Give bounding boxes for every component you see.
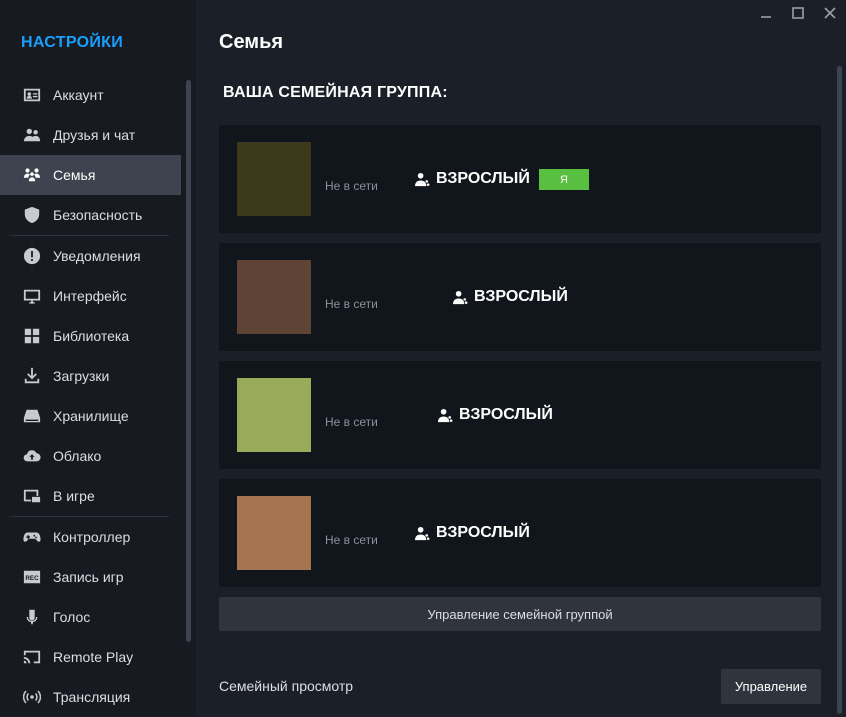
sidebar-item-label: Библиотека [53,328,130,344]
account-card-icon [22,85,42,105]
window-controls [750,0,846,26]
adult-icon [415,172,430,186]
sidebar-item-cloud[interactable]: Облако [0,436,181,476]
adult-icon [453,290,468,304]
sidebar-item-label: Remote Play [53,649,134,665]
sidebar-item-label: Запись игр [53,569,124,585]
member-status: Не в сети [325,533,378,547]
sidebar-item-label: Семья [53,167,96,183]
sidebar-item-label: Контроллер [53,529,131,545]
broadcast-icon [22,687,42,707]
me-badge: Я [539,169,589,190]
sidebar-item-controller[interactable]: Контроллер [0,517,181,557]
member-status: Не в сети [325,297,378,311]
sidebar-item-label: Облако [53,448,102,464]
member-role: ВЗРОСЛЫЙ [438,406,553,424]
sidebar-title: НАСТРОЙКИ [21,34,124,51]
avatar[interactable] [237,260,311,334]
sidebar-item-label: Друзья и чат [53,127,136,143]
in-game-icon [22,486,42,506]
storage-icon [22,406,42,426]
sidebar-item-storage[interactable]: Хранилище [0,396,181,436]
manage-family-group-button[interactable]: Управление семейной группой [219,597,821,631]
svg-text:REC: REC [25,575,39,582]
sidebar-item-label: Хранилище [53,408,129,424]
sidebar-item-label: Аккаунт [53,87,104,103]
member-role: ВЗРОСЛЫЙ [415,170,530,188]
rec-icon: REC [22,567,42,587]
sidebar-item-label: Загрузки [53,368,110,384]
avatar[interactable] [237,378,311,452]
library-grid-icon [22,326,42,346]
sidebar-item-family[interactable]: Семья [0,155,181,195]
main-scrollbar[interactable] [837,66,842,714]
member-status: Не в сети [325,179,378,193]
family-view-label: Семейный просмотр [219,678,354,694]
adult-icon [415,526,430,540]
sidebar-item-label: В игре [53,488,95,504]
sidebar-item-remote-play[interactable]: Remote Play [0,637,181,677]
close-icon [824,7,836,19]
sidebar-item-account[interactable]: Аккаунт [0,75,181,115]
member-role: ВЗРОСЛЫЙ [415,524,530,542]
sidebar-item-downloads[interactable]: Загрузки [0,356,181,396]
member-role: ВЗРОСЛЫЙ [453,288,568,306]
page-title: Семья [219,31,284,53]
sidebar-item-broadcast[interactable]: Трансляция [0,677,181,717]
member-role-label: ВЗРОСЛЫЙ [474,288,568,305]
member-role-label: ВЗРОСЛЫЙ [459,406,553,423]
sidebar-item-label: Уведомления [53,248,141,264]
sidebar-item-label: Трансляция [53,689,131,705]
microphone-icon [22,607,42,627]
sidebar-item-notifications[interactable]: Уведомления [0,236,181,276]
adult-icon [438,408,453,422]
sidebar-item-label: Интерфейс [53,288,127,304]
monitor-icon [22,286,42,306]
shield-icon [22,205,42,225]
family-member-card[interactable]: Не в сети ВЗРОСЛЫЙ [219,361,821,469]
close-button[interactable] [814,0,846,26]
avatar[interactable] [237,496,311,570]
sidebar-item-label: Голос [53,609,91,625]
controller-icon [22,527,42,547]
minimize-icon [761,16,771,18]
avatar[interactable] [237,142,311,216]
remote-play-icon [22,647,42,667]
sidebar-item-library[interactable]: Библиотека [0,316,181,356]
minimize-button[interactable] [750,0,782,26]
family-member-card[interactable]: Не в сети ВЗРОСЛЫЙ Я [219,125,821,233]
family-icon [22,165,42,185]
sidebar-item-voice[interactable]: Голос [0,597,181,637]
maximize-button[interactable] [782,0,814,26]
member-status: Не в сети [325,415,378,429]
family-member-card[interactable]: Не в сети ВЗРОСЛЫЙ [219,479,821,587]
sidebar-nav: Аккаунт Друзья и чат Семья Безопасность … [0,75,181,717]
sidebar-item-game-recording[interactable]: REC Запись игр [0,557,181,597]
sidebar-item-friends-chat[interactable]: Друзья и чат [0,115,181,155]
sidebar-scrollbar[interactable] [186,80,191,642]
family-member-card[interactable]: Не в сети ВЗРОСЛЫЙ [219,243,821,351]
member-role-label: ВЗРОСЛЫЙ [436,170,530,187]
download-icon [22,366,42,386]
manage-button[interactable]: Управление [721,669,821,704]
sidebar-item-label: Безопасность [53,207,143,223]
sidebar-item-interface[interactable]: Интерфейс [0,276,181,316]
cloud-icon [22,446,42,466]
notification-icon [22,246,42,266]
friends-icon [22,125,42,145]
settings-sidebar: НАСТРОЙКИ Аккаунт Друзья и чат Семья Без… [0,0,196,716]
maximize-icon [792,7,804,19]
family-group-heading: ВАША СЕМЕЙНАЯ ГРУППА: [223,84,448,101]
member-role-label: ВЗРОСЛЫЙ [436,524,530,541]
sidebar-item-security[interactable]: Безопасность [0,195,181,235]
sidebar-item-in-game[interactable]: В игре [0,476,181,516]
